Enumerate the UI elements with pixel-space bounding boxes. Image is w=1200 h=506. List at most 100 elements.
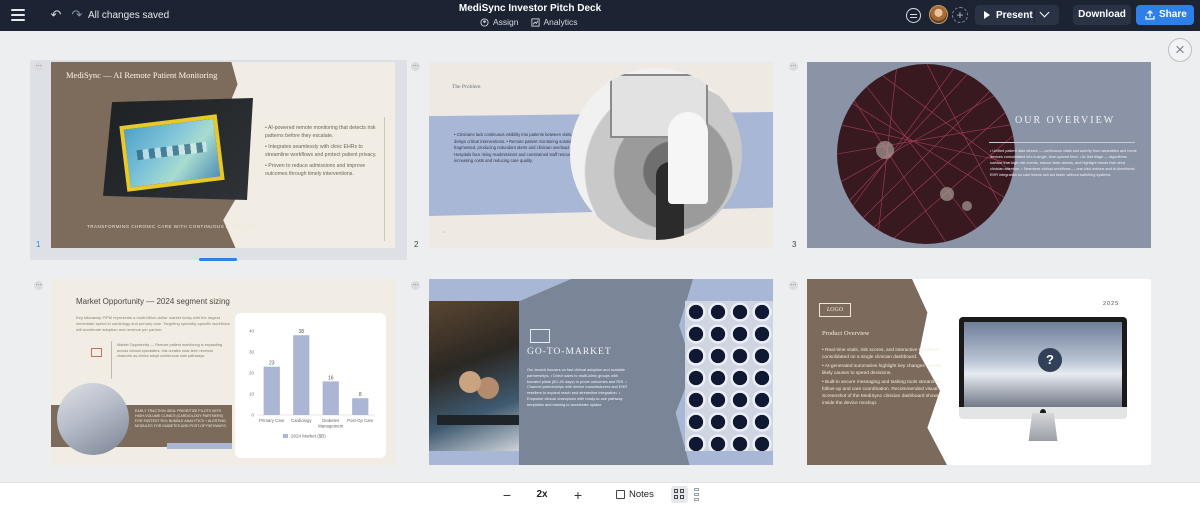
assign-label: Assign	[493, 17, 519, 27]
slide-options-icon[interactable]: …	[411, 281, 420, 290]
data-label: 23	[269, 361, 275, 367]
slide-options-icon[interactable]: …	[34, 281, 43, 290]
slide-thumbnail-4[interactable]: Market Opportunity — 2024 segment sizing…	[51, 279, 395, 465]
bullet-list: • AI-powered remote monitoring that dete…	[265, 124, 385, 181]
year-label: 2025	[1103, 301, 1120, 307]
bullet: • Proven to reduce admissions and improv…	[265, 163, 366, 177]
divider	[384, 117, 385, 241]
list-view-button[interactable]	[690, 486, 704, 503]
present-label: Present	[996, 9, 1033, 21]
chevron-down-icon[interactable]	[1039, 7, 1050, 18]
bar	[352, 398, 369, 415]
legend-label: 2024 Market ($B)	[291, 434, 326, 439]
y-tick-label: 30	[249, 350, 255, 355]
comment-icon[interactable]	[906, 8, 921, 23]
assign-button[interactable]: Assign	[480, 17, 519, 27]
redo-icon[interactable]: ↷	[70, 8, 84, 22]
slide-label: The Problem	[452, 84, 481, 90]
zoom-out-button[interactable]: −	[500, 488, 514, 502]
save-status: All changes saved	[88, 10, 170, 21]
avatar[interactable]	[929, 5, 948, 24]
close-icon[interactable]: ×	[1168, 38, 1192, 62]
clinician-photo	[570, 68, 742, 240]
bullet-list: • Real-time vitals, risk scores, and int…	[822, 347, 952, 409]
opportunity-text: Market Opportunity — Remote patient moni…	[117, 343, 223, 358]
y-tick-label: 10	[249, 392, 255, 397]
add-collaborator-icon[interactable]: +	[952, 7, 968, 23]
data-label: 8	[359, 392, 362, 398]
body-text: Our launch focuses on fast clinical adop…	[527, 367, 628, 407]
analytics-label: Analytics	[543, 17, 578, 27]
device-mockup: ?	[959, 317, 1127, 413]
bullet-list: • Clinicians lack continuous visibility …	[454, 132, 585, 163]
bullet-list: • Unified patient data stream — continuo…	[990, 149, 1137, 177]
bullet: • Integrates seamlessly with clinic EHRs…	[265, 144, 377, 158]
bar	[322, 381, 339, 415]
monitor-photo	[103, 98, 253, 200]
slide-heading: GO-TO-MARKET	[527, 347, 612, 357]
slide-thumbnail-6[interactable]: LOGO 2025 Product Overview • Real-time v…	[807, 279, 1151, 465]
lab-wells-photo	[685, 301, 773, 451]
slide-options-icon[interactable]: …	[789, 62, 798, 71]
slide-thumbnail-1[interactable]: MediSync — AI Remote Patient Monitoring …	[51, 62, 395, 248]
grid-icon	[680, 489, 684, 493]
notes-icon	[616, 490, 625, 499]
x-tick-label: Primary Care	[259, 418, 285, 423]
undo-icon[interactable]: ↶	[49, 8, 63, 22]
slide-footer-logo: ⌂	[443, 229, 446, 234]
y-tick-label: 20	[249, 371, 255, 376]
grid-icon	[674, 489, 678, 493]
legend-swatch	[283, 434, 288, 438]
bullet: • AI-generated summaries highlight key c…	[822, 364, 943, 376]
slide-thumbnail-2[interactable]: The Problem • Clinicians lack continuous…	[429, 62, 773, 248]
document-title[interactable]: MediSync Investor Pitch Deck	[430, 3, 630, 14]
slide-title: MediSync — AI Remote Patient Monitoring	[66, 70, 218, 80]
network-lines	[837, 64, 1015, 244]
data-label: 16	[328, 375, 334, 381]
title-actions: Assign Analytics	[480, 16, 590, 28]
menu-icon[interactable]	[11, 9, 25, 21]
slide-title: Market Opportunity — 2024 segment sizing	[76, 297, 230, 306]
analytics-button[interactable]: Analytics	[530, 17, 578, 27]
list-icon	[694, 493, 699, 496]
tablet-photo	[57, 383, 129, 455]
slide-number: 2	[414, 240, 419, 249]
zoom-in-button[interactable]: +	[571, 488, 585, 502]
slide-thumbnail-3[interactable]: OUR OVERVIEW • Unified patient data stre…	[807, 62, 1151, 248]
list-icon	[694, 498, 699, 501]
list-icon	[694, 488, 699, 491]
present-divider	[1034, 7, 1035, 23]
chart-icon	[530, 329, 550, 343]
selection-indicator	[199, 258, 237, 261]
slide-options-icon[interactable]: …	[789, 281, 798, 290]
top-bar: ↶ ↷ All changes saved MediSync Investor …	[0, 0, 1200, 31]
slide-options-icon[interactable]: …	[411, 62, 420, 71]
bullet: • AI-powered remote monitoring that dete…	[265, 125, 376, 139]
y-tick-label: 0	[251, 413, 254, 418]
x-tick-label: Cardiology	[291, 418, 312, 423]
notes-button[interactable]: Notes	[612, 486, 654, 503]
slide-thumbnail-5[interactable]: GO-TO-MARKET Our launch focuses on fast …	[429, 279, 773, 465]
share-button[interactable]: Share	[1136, 5, 1194, 25]
notes-label: Notes	[629, 489, 654, 500]
slide-number: 1	[36, 240, 41, 249]
presentation-icon	[91, 348, 102, 357]
x-tick-label: Diabetes	[322, 418, 339, 423]
bar	[263, 366, 280, 415]
monitor-screen	[119, 114, 225, 192]
slide-number: 3	[792, 240, 797, 249]
grid-view-button[interactable]	[671, 486, 688, 503]
download-button[interactable]: Download	[1073, 5, 1131, 25]
accent-bar	[167, 443, 232, 449]
slide-footer: Transforming chronic care with continuou…	[87, 224, 260, 229]
slide-heading: OUR OVERVIEW	[1015, 115, 1116, 126]
y-tick-label: 40	[249, 329, 255, 334]
x-tick-label: Management	[318, 424, 344, 429]
divider	[111, 341, 112, 379]
present-button[interactable]: Present	[975, 5, 1059, 25]
intro-text: Key takeaway: RPM represents a multi-bil…	[76, 315, 230, 332]
share-label: Share	[1159, 9, 1187, 20]
chart-card: 0 10 20 30 40 23 Primary Care 38 Cardiology 16 Dia…	[235, 313, 386, 458]
assign-icon	[480, 17, 489, 27]
slide-options-icon[interactable]: …	[34, 62, 43, 71]
